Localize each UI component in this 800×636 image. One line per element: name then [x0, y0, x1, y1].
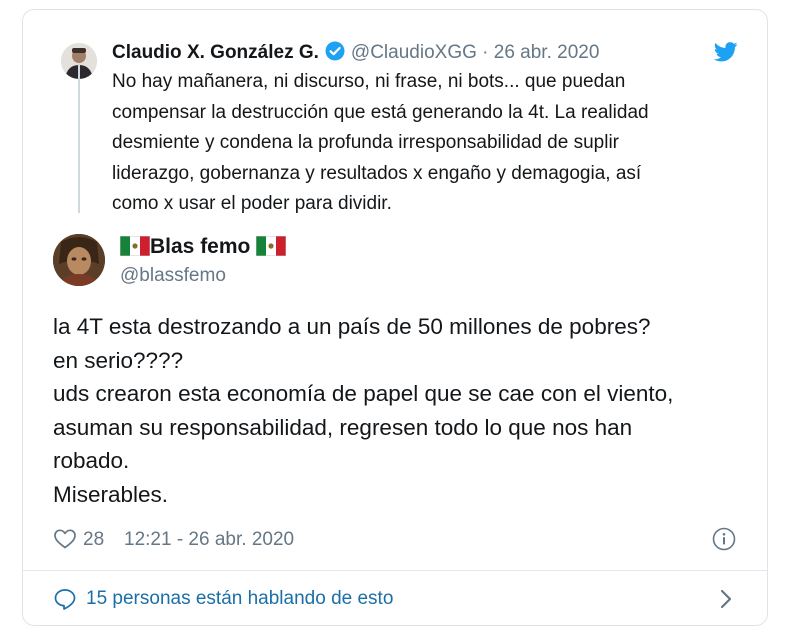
parent-text-line: compensar la destrucción que está genera… [112, 101, 649, 123]
main-text-line: asuman su responsabilidad, regresen todo… [53, 414, 633, 440]
parent-author-handle[interactable]: @ClaudioXGG [351, 42, 477, 63]
heart-icon[interactable] [53, 527, 77, 557]
header-separator: · [482, 42, 489, 63]
verified-badge-icon [325, 41, 345, 67]
main-author-handle[interactable]: @blassfemo [120, 265, 226, 287]
like-count[interactable]: 28 [83, 529, 104, 551]
mexico-flag-icon [119, 235, 151, 262]
divider [22, 570, 768, 571]
parent-text-line: liderazgo, gobernanza y resultados x eng… [112, 162, 642, 184]
chevron-right-icon[interactable] [718, 588, 734, 615]
tweet-timestamp[interactable]: 12:21 - 26 abr. 2020 [124, 529, 294, 551]
parent-date[interactable]: 26 abr. 2020 [494, 42, 600, 63]
main-avatar[interactable] [53, 234, 105, 286]
main-author-name-text: Blas femo [150, 235, 251, 258]
main-text-line: en serio???? [53, 347, 184, 373]
parent-text-line: como x usar el poder para dividir. [112, 193, 392, 214]
main-author-name[interactable]: Blas femo [119, 235, 287, 262]
main-text-line: uds crearon esta economía de papel que s… [53, 381, 674, 406]
parent-tweet-text: No hay mañanera, ni discurso, ni frase, … [112, 67, 732, 220]
speech-bubble-icon [53, 588, 77, 616]
parent-text-line: No hay mañanera, ni discurso, ni frase, … [112, 71, 626, 92]
main-text-line: robado. [53, 448, 130, 473]
parent-author-name[interactable]: Claudio X. González G. [112, 42, 319, 63]
parent-header: Claudio X. González G. @ClaudioXGG · 26 a… [112, 41, 599, 67]
conversation-label: 15 personas están hablando de esto [86, 588, 394, 609]
main-text-line: la 4T esta destrozando a un país de 50 m… [53, 314, 651, 339]
thread-line [78, 63, 80, 213]
info-icon[interactable] [712, 527, 736, 556]
main-text-line: Miserables. [53, 481, 169, 507]
parent-text-line: desmiente y condena la profunda irrespon… [112, 132, 619, 153]
main-tweet-text: la 4T esta destrozando a un país de 50 m… [53, 310, 753, 511]
mexico-flag-icon [255, 235, 287, 262]
twitter-bird-icon[interactable] [713, 42, 738, 67]
